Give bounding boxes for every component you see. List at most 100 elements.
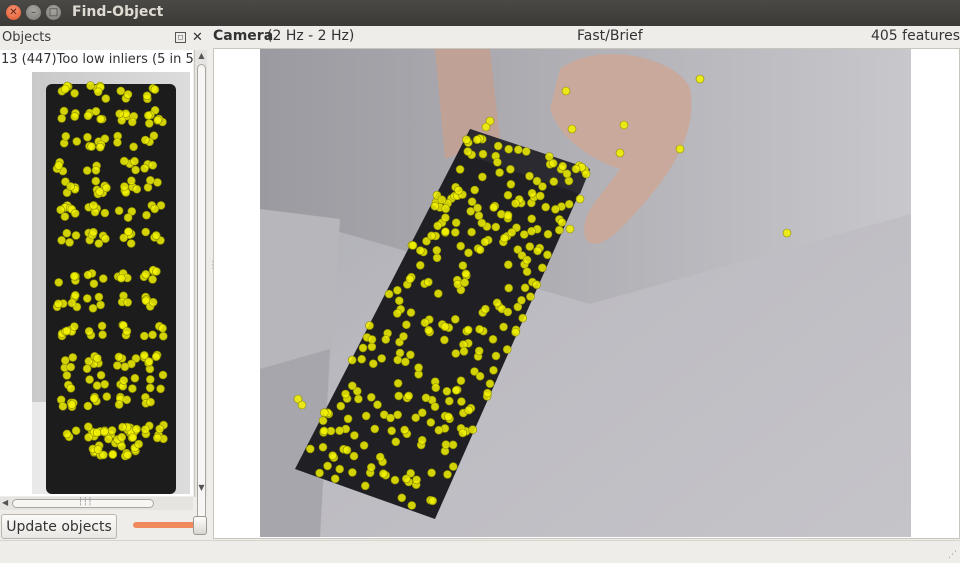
feature-point	[458, 261, 468, 270]
feature-point	[126, 239, 136, 248]
feature-point	[323, 461, 332, 471]
scroll-up-icon[interactable]: ▲	[196, 51, 207, 63]
feature-point	[504, 260, 513, 269]
feature-point	[575, 194, 585, 204]
feature-point	[85, 375, 94, 384]
feature-point	[148, 275, 157, 284]
feature-point	[83, 401, 93, 411]
feature-point	[318, 442, 328, 452]
feature-point	[114, 400, 124, 409]
feature-point	[91, 106, 101, 116]
feature-point	[491, 351, 501, 361]
feature-point	[114, 352, 124, 362]
feature-point	[357, 354, 366, 364]
update-objects-button[interactable]: Update objects	[1, 514, 117, 539]
feature-point	[408, 241, 418, 250]
feature-point	[511, 199, 520, 208]
feature-point	[393, 309, 402, 318]
feature-point	[475, 324, 484, 334]
threshold-slider-track[interactable]	[133, 522, 198, 528]
feature-point	[70, 209, 80, 218]
feature-point	[54, 278, 64, 287]
feature-point	[384, 289, 394, 299]
feature-point	[526, 292, 535, 301]
feature-point	[511, 327, 520, 337]
feature-point	[151, 231, 161, 240]
feature-point	[442, 386, 452, 396]
feature-point	[462, 135, 471, 144]
feature-point	[416, 261, 425, 270]
feature-point	[97, 321, 107, 331]
feature-point	[481, 122, 491, 132]
scroll-left-icon[interactable]: ◀	[2, 498, 8, 507]
feature-point	[128, 433, 138, 442]
feature-point	[395, 296, 404, 305]
feature-point	[432, 253, 442, 263]
camera-image[interactable]	[260, 49, 911, 537]
feature-point	[117, 273, 126, 283]
objects-dock-title: Objects	[2, 30, 52, 45]
close-icon: ✕	[192, 30, 203, 45]
objects-horizontal-scrollbar[interactable]: ◀ ┆┆┆	[0, 497, 193, 510]
feature-point	[62, 228, 72, 238]
window-maximize-button[interactable]: □	[46, 5, 61, 20]
feature-point	[506, 180, 516, 189]
feature-point	[554, 225, 564, 235]
feature-point	[129, 142, 138, 152]
feature-point	[62, 429, 72, 439]
feature-point	[89, 227, 98, 237]
feature-point	[159, 331, 168, 341]
feature-point	[118, 422, 127, 432]
feature-point	[82, 294, 92, 303]
feature-point	[66, 362, 76, 372]
feature-point	[148, 330, 157, 340]
feature-point	[394, 391, 403, 401]
feature-point	[130, 373, 140, 383]
dock-float-button[interactable]: ◻	[175, 32, 186, 43]
object-image[interactable]	[32, 72, 190, 494]
feature-point	[548, 159, 558, 168]
feature-point	[406, 308, 416, 317]
feature-point	[492, 298, 502, 308]
resize-grip-icon[interactable]: ⋰	[948, 550, 957, 560]
threshold-slider-handle[interactable]	[193, 516, 207, 535]
feature-point	[470, 185, 479, 195]
feature-point	[485, 379, 495, 389]
feature-point	[464, 405, 474, 415]
feature-point	[495, 168, 504, 177]
feature-point	[507, 228, 517, 237]
feature-point	[433, 221, 442, 231]
feature-point	[461, 269, 471, 279]
vertical-scroll-thumb[interactable]	[197, 64, 206, 532]
window-minimize-button[interactable]: –	[26, 5, 41, 20]
feature-point	[68, 353, 78, 362]
feature-point	[119, 156, 129, 166]
scroll-down-icon[interactable]: ▼	[196, 483, 207, 495]
feature-point	[427, 468, 436, 478]
feature-point	[65, 238, 74, 247]
feature-point	[454, 186, 463, 195]
feature-point	[96, 370, 106, 380]
feature-point	[538, 182, 547, 191]
feature-point	[58, 401, 68, 411]
feature-point	[489, 203, 498, 212]
feature-point	[448, 440, 458, 450]
feature-point	[477, 218, 487, 228]
object-label: 13 (447)Too low inliers (5 in 5	[1, 52, 193, 67]
feature-point	[525, 171, 534, 181]
window-close-button[interactable]: ✕	[6, 5, 21, 20]
feature-point	[444, 412, 453, 422]
feature-point	[373, 400, 382, 410]
feature-point	[140, 164, 149, 173]
feature-point	[431, 383, 441, 393]
detector-method: Fast/Brief	[577, 28, 643, 44]
feature-point	[354, 394, 363, 404]
objects-vertical-scrollbar[interactable]: ▲ ▼	[194, 50, 207, 532]
feature-point	[411, 413, 420, 423]
dock-close-button[interactable]: ✕	[192, 30, 203, 45]
feature-point	[158, 370, 168, 380]
feature-point	[397, 493, 407, 503]
feature-point	[53, 299, 63, 309]
feature-point	[451, 314, 460, 324]
feature-point	[428, 496, 437, 506]
